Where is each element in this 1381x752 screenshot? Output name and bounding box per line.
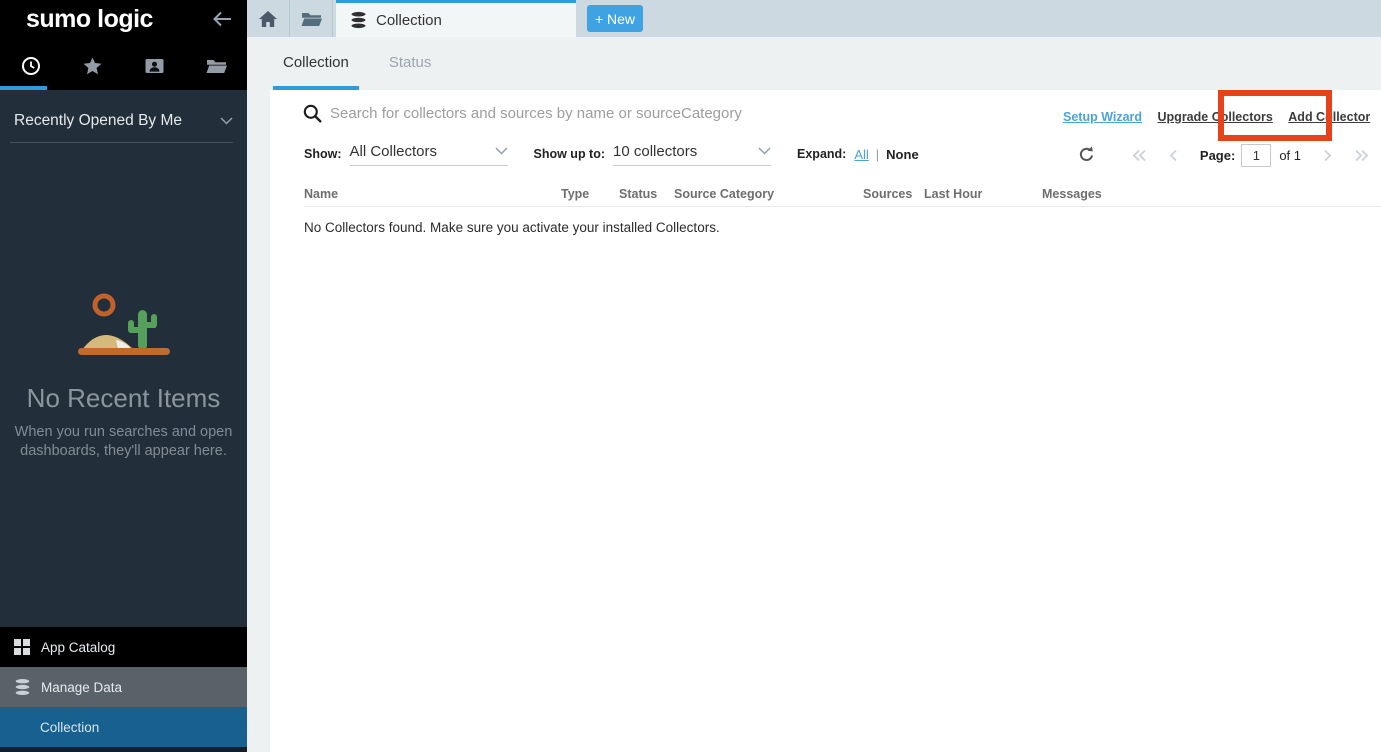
next-page-button[interactable] xyxy=(1323,149,1332,162)
expand-all-link[interactable]: All xyxy=(854,147,868,162)
sidebar-header: sumo logic xyxy=(0,0,247,90)
show-up-to-dropdown-value: 10 collectors xyxy=(613,143,697,160)
subtab-collection[interactable]: Collection xyxy=(273,37,359,90)
chevron-down-icon xyxy=(495,147,508,155)
previous-page-button[interactable] xyxy=(1169,149,1178,162)
favorites-tab[interactable] xyxy=(62,50,124,82)
sumo-logic-logo: sumo logic xyxy=(26,2,153,36)
search-icon xyxy=(303,104,322,128)
expand-none-link[interactable]: None xyxy=(886,147,919,162)
show-up-to-dropdown[interactable]: 10 collectors xyxy=(613,143,771,166)
tab-collection[interactable]: Collection xyxy=(336,0,576,37)
chevron-down-icon xyxy=(220,117,233,125)
star-icon xyxy=(83,57,102,75)
show-dropdown-value: All Collectors xyxy=(350,143,438,160)
main-area: Setup Wizard Upgrade Collectors Add Coll… xyxy=(247,90,1381,752)
database-icon xyxy=(14,678,31,696)
sidebar-item-collection[interactable]: Collection xyxy=(0,707,247,747)
double-chevron-left-icon xyxy=(1132,149,1147,162)
active-tab-indicator xyxy=(0,86,47,90)
subtitle-line-1: When you run searches and open xyxy=(15,424,233,440)
column-header-messages[interactable]: Messages xyxy=(1042,187,1102,201)
personal-folder-icon xyxy=(145,58,164,74)
table-header-divider xyxy=(304,206,1381,207)
cactus-desert-icon xyxy=(76,288,172,362)
top-tab-bar: Collection + New xyxy=(247,0,1381,37)
refresh-button[interactable] xyxy=(1078,146,1093,167)
no-recent-items-subtitle: When you run searches and open dashboard… xyxy=(0,423,247,461)
home-button[interactable] xyxy=(247,0,290,37)
sidebar-item-app-catalog[interactable]: App Catalog xyxy=(0,627,247,667)
home-icon xyxy=(259,11,277,27)
shared-content-tab[interactable] xyxy=(124,50,186,82)
open-folder-icon xyxy=(206,58,227,74)
refresh-icon xyxy=(1078,146,1093,162)
collapse-sidebar-button[interactable] xyxy=(211,9,233,29)
page-label: Page: xyxy=(1200,148,1235,163)
recents-tab[interactable] xyxy=(0,50,62,82)
library-tab[interactable] xyxy=(185,50,247,82)
sidebar-menu-next-row xyxy=(0,747,247,752)
collection-panel: Setup Wizard Upgrade Collectors Add Coll… xyxy=(270,90,1381,752)
column-header-source-category[interactable]: Source Category xyxy=(674,187,774,201)
last-page-button[interactable] xyxy=(1354,149,1369,162)
add-collector-link[interactable]: Add Collector xyxy=(1288,110,1370,124)
chevron-right-icon xyxy=(1323,149,1332,162)
subtitle-line-2: dashboards, they'll appear here. xyxy=(20,443,227,459)
tab-label: Collection xyxy=(376,12,442,29)
show-label: Show: xyxy=(304,147,342,161)
desert-illustration xyxy=(0,288,247,367)
column-header-last-hour[interactable]: Last Hour xyxy=(924,187,982,201)
search-input[interactable] xyxy=(330,101,940,125)
first-page-button[interactable] xyxy=(1132,149,1147,162)
column-header-status[interactable]: Status xyxy=(619,187,657,201)
expand-label: Expand: xyxy=(797,147,846,161)
show-up-to-label: Show up to: xyxy=(534,147,606,161)
page-subtabs: Collection Status xyxy=(247,37,1381,90)
subtab-status[interactable]: Status xyxy=(379,37,442,90)
recent-filter-value: Recently Opened By Me xyxy=(14,112,182,130)
chevron-left-icon xyxy=(1169,149,1178,162)
sidebar-item-manage-data[interactable]: Manage Data xyxy=(0,667,247,707)
empty-table-message: No Collectors found. Make sure you activ… xyxy=(304,220,720,235)
clock-icon xyxy=(21,56,41,76)
new-button[interactable]: + New xyxy=(587,5,643,32)
setup-wizard-link[interactable]: Setup Wizard xyxy=(1063,110,1142,124)
no-recent-items-title: No Recent Items xyxy=(0,383,247,414)
column-header-name[interactable]: Name xyxy=(304,187,338,201)
recent-filter-dropdown[interactable]: Recently Opened By Me xyxy=(10,112,233,143)
page-count: of 1 xyxy=(1279,148,1301,163)
sidebar-bottom-menu: App Catalog Manage Data Collection xyxy=(0,627,247,752)
sidebar-item-label: App Catalog xyxy=(41,640,115,655)
grid-icon xyxy=(14,639,31,655)
chevron-down-icon xyxy=(758,147,771,155)
filter-controls: Show: All Collectors Show up to: 10 coll… xyxy=(304,140,919,168)
show-dropdown[interactable]: All Collectors xyxy=(350,143,508,166)
sidebar-item-label: Collection xyxy=(40,720,99,735)
back-arrow-icon xyxy=(211,9,233,29)
sidebar: sumo logic xyxy=(0,0,247,752)
app-window: sumo logic xyxy=(0,0,1381,752)
column-header-sources[interactable]: Sources xyxy=(863,187,912,201)
database-icon xyxy=(350,11,367,29)
pagination: Page: of 1 xyxy=(1132,144,1369,167)
column-header-type[interactable]: Type xyxy=(561,187,589,201)
collector-action-links: Setup Wizard Upgrade Collectors Add Coll… xyxy=(1063,108,1381,126)
folder-icon xyxy=(301,11,322,27)
expand-separator: | xyxy=(876,147,879,162)
sidebar-item-label: Manage Data xyxy=(41,680,122,695)
sidebar-icon-tabs xyxy=(0,50,247,82)
upgrade-collectors-link[interactable]: Upgrade Collectors xyxy=(1158,110,1273,124)
double-chevron-right-icon xyxy=(1354,149,1369,162)
library-button[interactable] xyxy=(290,0,333,37)
page-number-input[interactable] xyxy=(1241,144,1271,167)
